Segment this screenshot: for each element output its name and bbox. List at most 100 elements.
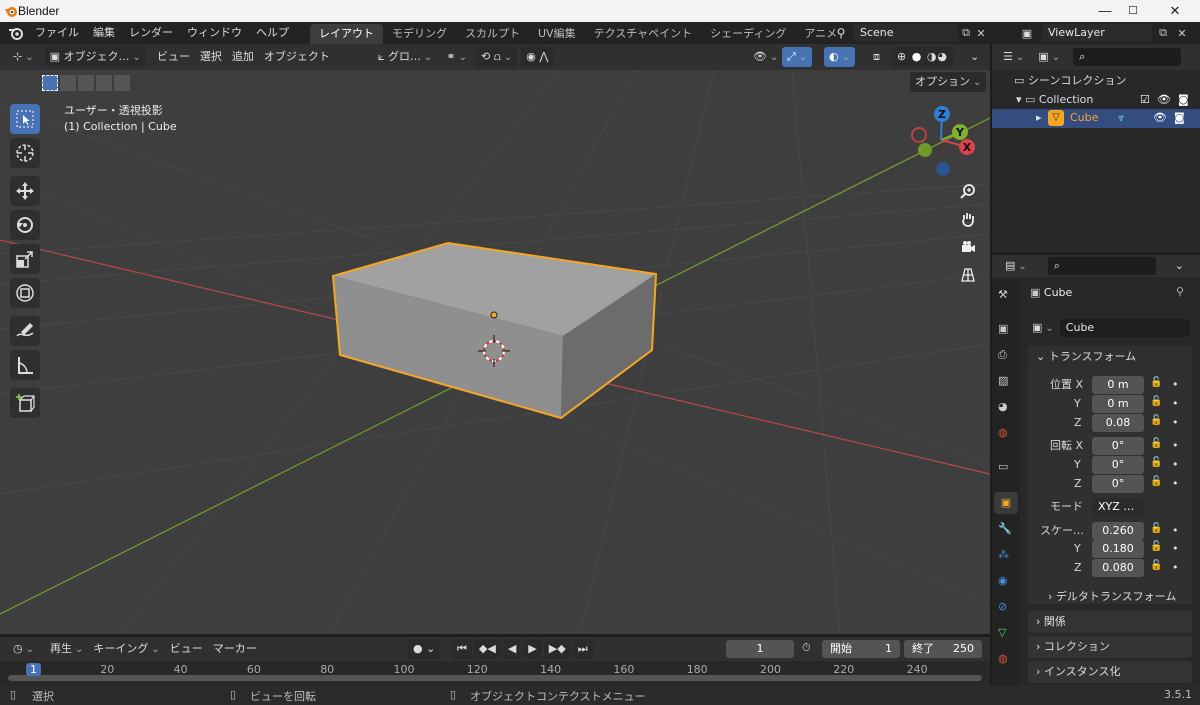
modifier-tab-icon[interactable]: 🔧	[998, 522, 1012, 535]
keyframe-dot-icon[interactable]: •	[1172, 378, 1179, 391]
timeline-view-menu[interactable]: ビュー	[165, 639, 208, 659]
cube-row[interactable]: ▸ ▽ Cube ⩔ 👁 ◙	[992, 109, 1200, 128]
tab-layout[interactable]: レイアウト	[310, 24, 383, 44]
cube-visibility-icon[interactable]: 👁	[1153, 109, 1167, 127]
viewport-menu-object[interactable]: オブジェクト	[259, 47, 335, 67]
record-button[interactable]: ● ⌄	[408, 639, 441, 659]
stopwatch-icon[interactable]: ⏱	[802, 641, 811, 655]
tab-modeling[interactable]: モデリング	[383, 24, 456, 44]
cube-object[interactable]	[331, 241, 658, 420]
timeline-marker-menu[interactable]: マーカー	[208, 639, 262, 659]
scene-icon[interactable]: ⚲	[828, 26, 854, 40]
measure-tool[interactable]	[10, 350, 40, 380]
rotation-x-field[interactable]: 0°	[1092, 437, 1144, 455]
delta-transform-panel[interactable]: › デルタトランスフォーム	[1048, 588, 1176, 606]
xray-toggle-icon[interactable]: ⧈	[868, 47, 885, 67]
lock-icon[interactable]: 🔓	[1150, 415, 1162, 426]
shading-options-icon[interactable]: ⌄	[965, 47, 984, 67]
lock-icon[interactable]: 🔓	[1150, 541, 1162, 552]
navigation-gizmo[interactable]: Z Y X	[905, 104, 985, 184]
transform-tool[interactable]	[10, 278, 40, 308]
rotation-z-field[interactable]: 0°	[1092, 475, 1144, 493]
prev-keyframe-icon[interactable]: ◆◀	[473, 639, 501, 659]
view-layer-tab-icon[interactable]: ▨	[998, 374, 1008, 387]
delete-scene-icon[interactable]: ✕	[974, 27, 988, 40]
keying-menu[interactable]: キーイング	[88, 639, 164, 659]
collections-panel[interactable]: › コレクション	[1028, 636, 1192, 658]
annotate-tool[interactable]	[10, 316, 40, 346]
play-icon[interactable]: ▶	[523, 639, 542, 659]
jump-start-icon[interactable]: ⏮	[452, 639, 472, 659]
select-new-icon[interactable]	[42, 75, 58, 91]
menu-help[interactable]: ヘルプ	[249, 22, 296, 44]
constraints-tab-icon[interactable]: ⊘	[998, 600, 1007, 613]
select-box-tool[interactable]	[10, 104, 40, 134]
location-x-field[interactable]: 0 m	[1092, 376, 1144, 394]
viewport-menu-add[interactable]: 追加	[227, 47, 259, 67]
jump-end-icon[interactable]: ⏭	[572, 639, 593, 659]
rotate-tool[interactable]	[10, 210, 40, 240]
transform-panel-header[interactable]: ⌄ トランスフォーム	[1028, 346, 1192, 368]
tab-uv-editing[interactable]: UV編集	[529, 24, 585, 44]
material-tab-icon[interactable]: ◍	[998, 652, 1008, 665]
add-cube-tool[interactable]	[10, 388, 40, 418]
options-dropdown[interactable]: オプション	[910, 72, 987, 92]
tab-sculpt[interactable]: スカルプト	[456, 24, 529, 44]
render-tab-icon[interactable]: ▣	[998, 322, 1008, 335]
tab-texture-paint[interactable]: テクスチャペイント	[585, 24, 702, 44]
menu-edit[interactable]: 編集	[86, 22, 122, 44]
interaction-mode-dropdown[interactable]: ▣ オブジェク…	[44, 47, 146, 67]
editor-type-icon[interactable]: ⊹	[8, 47, 39, 67]
lock-icon[interactable]: 🔓	[1150, 476, 1162, 487]
scale-z-field[interactable]: 0.080	[1092, 559, 1144, 577]
keyframe-dot-icon[interactable]: •	[1172, 458, 1179, 471]
select-difference-icon[interactable]	[96, 75, 112, 91]
cube-expand-icon[interactable]: ▸	[1036, 109, 1042, 127]
lock-icon[interactable]: 🔓	[1150, 457, 1162, 468]
transform-orientation-dropdown[interactable]: ⟀ グロ…	[373, 47, 437, 67]
keyframe-dot-icon[interactable]: •	[1172, 416, 1179, 429]
tool-tab-icon[interactable]: ⚒	[998, 288, 1008, 301]
timeline-editor-icon[interactable]: ◷	[8, 639, 39, 659]
data-tab-icon[interactable]: ▽	[998, 626, 1006, 639]
object-name-field[interactable]: Cube	[1059, 319, 1190, 337]
keyframe-dot-icon[interactable]: •	[1172, 397, 1179, 410]
collection-visibility-icon[interactable]: 👁	[1157, 91, 1171, 109]
viewport-menu-view[interactable]: ビュー	[152, 47, 195, 67]
scene-tab-icon[interactable]: ◕	[998, 400, 1008, 413]
visibility-icon[interactable]: 👁	[748, 47, 783, 67]
viewport-menu-select[interactable]: 選択	[195, 47, 227, 67]
move-tool[interactable]	[10, 176, 40, 206]
keyframe-dot-icon[interactable]: •	[1172, 524, 1179, 537]
outliner-search-input[interactable]: ⌕	[1073, 48, 1182, 66]
menu-render[interactable]: レンダー	[122, 22, 180, 44]
viewlayer-icon[interactable]: ▣	[1012, 27, 1042, 40]
rotation-y-field[interactable]: 0°	[1092, 456, 1144, 474]
tab-shading[interactable]: シェーディング	[701, 24, 795, 44]
frame-ruler[interactable]: 1 20 40 60 80 100 120 140 160 180 200 220 240	[0, 661, 990, 685]
play-reverse-icon[interactable]: ◀	[502, 639, 522, 659]
keyframe-dot-icon[interactable]: •	[1172, 542, 1179, 555]
menu-window[interactable]: ウィンドウ	[180, 22, 249, 44]
viewlayer-name-field[interactable]: ViewLayer	[1042, 24, 1152, 42]
camera-view-icon[interactable]	[955, 234, 981, 260]
playback-menu[interactable]: 再生	[45, 639, 88, 659]
blender-menu-icon[interactable]	[8, 26, 24, 40]
start-frame-field[interactable]: 開始 1	[822, 640, 900, 658]
proportional-edit-icon[interactable]: ◉ ⋀	[521, 47, 554, 67]
collection-tab-icon[interactable]: ▭	[998, 460, 1008, 473]
output-tab-icon[interactable]: ⎙	[998, 348, 1007, 362]
close-button[interactable]: ✕	[1155, 1, 1195, 21]
collection-checkbox-icon[interactable]: ☑	[1140, 91, 1150, 109]
physics-tab-icon[interactable]: ◉	[998, 574, 1008, 587]
properties-editor-icon[interactable]: ▤	[1000, 256, 1032, 276]
pivot-point-icon[interactable]: ⚭	[441, 47, 472, 67]
particles-tab-icon[interactable]: ⁂	[998, 548, 1009, 561]
world-tab-icon[interactable]: ◍	[998, 426, 1008, 439]
delete-viewlayer-icon[interactable]: ✕	[1174, 27, 1190, 40]
overlays-toggle-icon[interactable]: ◐	[824, 47, 855, 67]
next-keyframe-icon[interactable]: ▶◆	[543, 639, 571, 659]
object-browse-icon[interactable]: ▣	[1030, 318, 1056, 338]
lock-icon[interactable]: 🔓	[1150, 377, 1162, 388]
zoom-icon[interactable]	[955, 178, 981, 204]
